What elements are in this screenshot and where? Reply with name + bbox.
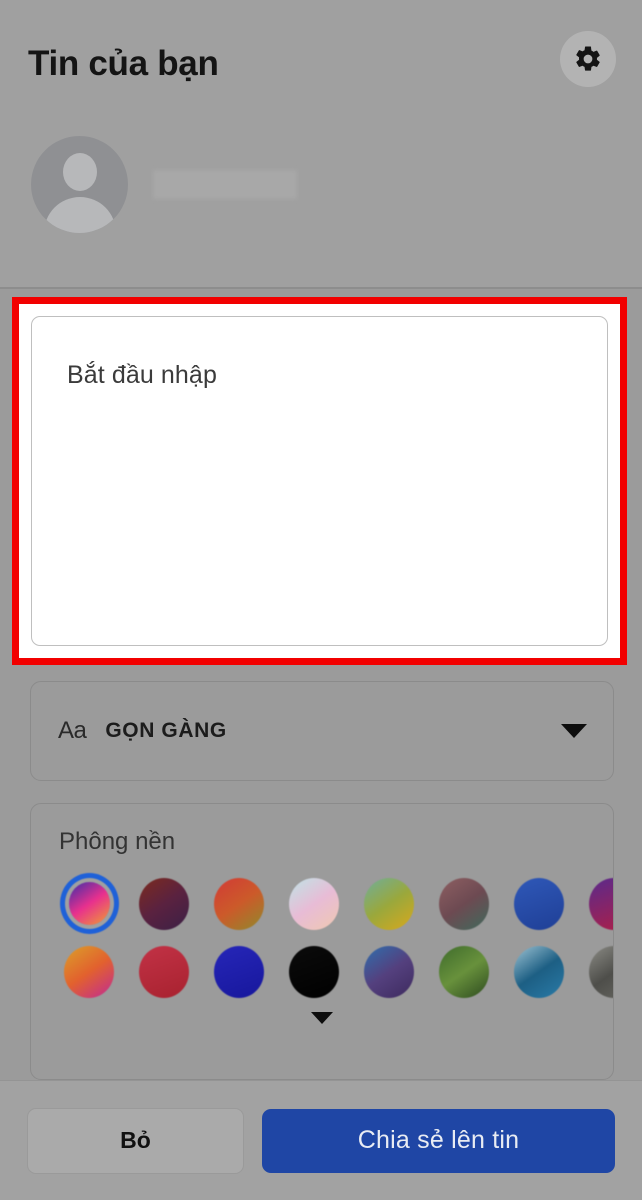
gear-icon xyxy=(573,44,603,74)
swatch-row xyxy=(59,944,613,999)
background-swatch-pastel-pink-cyan[interactable] xyxy=(284,876,344,931)
background-section-label: Phông nền xyxy=(59,828,176,855)
user-name-redacted xyxy=(153,170,297,199)
chevron-down-icon xyxy=(561,724,587,738)
swatch-row xyxy=(59,876,613,931)
background-section: Phông nền xyxy=(30,803,614,1080)
background-swatch-royal-blue[interactable] xyxy=(509,876,569,931)
dismiss-button[interactable]: Bỏ xyxy=(27,1107,244,1174)
background-swatch-deep-blue[interactable] xyxy=(209,944,269,999)
composer-placeholder: Bắt đầu nhập xyxy=(67,361,217,389)
swatch-color xyxy=(289,877,339,930)
avatar xyxy=(31,136,128,233)
swatch-color xyxy=(439,945,489,998)
story-text-input[interactable]: Bắt đầu nhập xyxy=(31,316,608,646)
background-swatch-teal-yellow-gradient[interactable] xyxy=(359,876,419,931)
user-row xyxy=(31,136,297,233)
chevron-down-icon xyxy=(311,1012,333,1024)
composer-annotation-highlight: Bắt đầu nhập xyxy=(12,297,627,665)
swatch-color xyxy=(589,945,613,998)
swatch-color xyxy=(214,877,264,930)
swatch-color xyxy=(214,945,264,998)
header: Tin của bạn xyxy=(0,0,642,289)
background-swatch-blue-magenta-swirl[interactable] xyxy=(59,876,119,931)
swatch-color xyxy=(139,945,189,998)
background-expand-button[interactable] xyxy=(59,1012,613,1024)
swatch-color xyxy=(589,877,613,930)
background-swatch-ocean-blue[interactable] xyxy=(509,944,569,999)
swatch-color xyxy=(364,877,414,930)
background-swatch-grey-stone[interactable] xyxy=(584,944,613,999)
swatch-color xyxy=(439,877,489,930)
story-composer-screen: Tin của bạn Bắt đầu nhập Aa GỌN GÀNG Phô… xyxy=(0,0,642,1200)
background-swatch-black[interactable] xyxy=(284,944,344,999)
swatch-color xyxy=(64,945,114,998)
selected-font-label: GỌN GÀNG xyxy=(105,719,227,742)
background-swatch-purple-crimson[interactable] xyxy=(584,876,613,931)
background-swatch-green-foliage[interactable] xyxy=(434,944,494,999)
background-swatch-orange-magenta[interactable] xyxy=(59,944,119,999)
swatch-color xyxy=(289,945,339,998)
swatch-color xyxy=(514,877,564,930)
background-swatch-mauve-teal-gradient[interactable] xyxy=(434,876,494,931)
bottom-action-bar: Bỏ Chia sẻ lên tin xyxy=(0,1080,642,1200)
share-to-story-button[interactable]: Chia sẻ lên tin xyxy=(262,1108,615,1173)
background-swatch-grid xyxy=(59,876,613,999)
settings-button[interactable] xyxy=(560,31,616,87)
page-title: Tin của bạn xyxy=(28,44,219,83)
background-swatch-crimson-red[interactable] xyxy=(134,944,194,999)
swatch-color xyxy=(364,945,414,998)
swatch-color xyxy=(68,882,110,925)
background-swatch-red-orange-olive[interactable] xyxy=(209,876,269,931)
font-style-selector[interactable]: Aa GỌN GÀNG xyxy=(30,681,614,781)
background-swatch-dark-maroon-purple[interactable] xyxy=(134,876,194,931)
swatch-color xyxy=(139,877,189,930)
background-swatch-blue-purple-nebula[interactable] xyxy=(359,944,419,999)
text-style-icon: Aa xyxy=(58,717,87,744)
swatch-color xyxy=(514,945,564,998)
